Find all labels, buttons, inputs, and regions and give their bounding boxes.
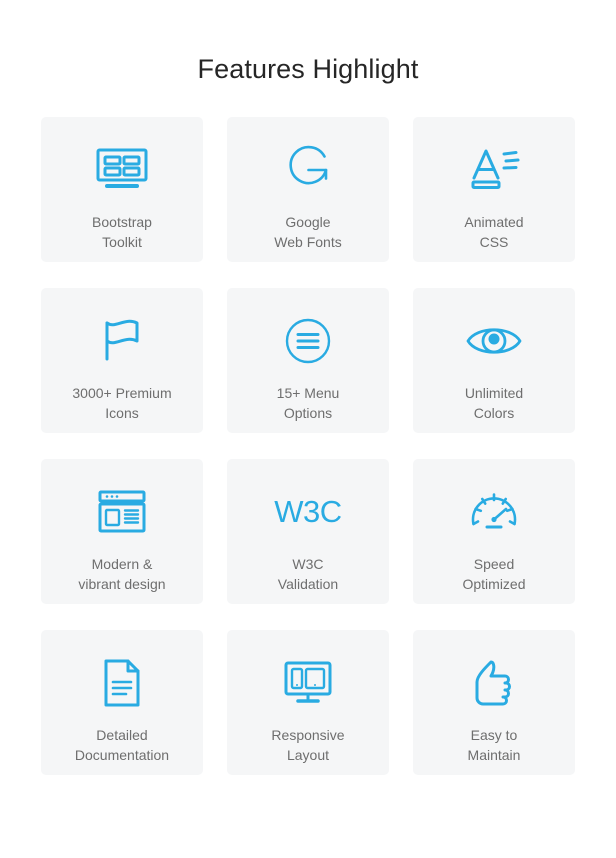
bootstrap-grid-icon bbox=[41, 143, 203, 197]
feature-label: Bootstrap Toolkit bbox=[92, 214, 152, 250]
feature-label: Speed Optimized bbox=[462, 556, 526, 592]
feature-card-detailed-documentation[interactable]: Detailed Documentation bbox=[41, 630, 203, 775]
w3c-text-icon: W3C bbox=[227, 485, 389, 539]
feature-card-bootstrap-toolkit[interactable]: Bootstrap Toolkit bbox=[41, 117, 203, 262]
w3c-wordmark: W3C bbox=[274, 494, 342, 529]
feature-card-speed-optimized[interactable]: Speed Optimized bbox=[413, 459, 575, 604]
feature-label: Google Web Fonts bbox=[274, 214, 342, 250]
feature-label: 3000+ Premium Icons bbox=[72, 385, 172, 421]
feature-card-modern-design[interactable]: Modern & vibrant design bbox=[41, 459, 203, 604]
responsive-devices-icon bbox=[227, 656, 389, 710]
feature-label: Responsive Layout bbox=[271, 727, 345, 763]
eye-icon bbox=[413, 314, 575, 368]
feature-card-unlimited-colors[interactable]: Unlimited Colors bbox=[413, 288, 575, 433]
flag-icon bbox=[41, 314, 203, 368]
feature-label: Easy to Maintain bbox=[467, 727, 521, 763]
page-title: Features Highlight bbox=[197, 54, 419, 84]
feature-label: 15+ Menu Options bbox=[276, 385, 340, 421]
feature-card-menu-options[interactable]: 15+ Menu Options bbox=[227, 288, 389, 433]
features-grid: Bootstrap Toolkit Google Web Fonts Anima… bbox=[41, 86, 575, 775]
speedometer-icon bbox=[413, 485, 575, 539]
feature-card-premium-icons[interactable]: 3000+ Premium Icons bbox=[41, 288, 203, 433]
google-g-icon bbox=[227, 143, 389, 197]
hamburger-menu-circle-icon bbox=[227, 314, 389, 368]
feature-card-responsive-layout[interactable]: Responsive Layout bbox=[227, 630, 389, 775]
feature-card-google-web-fonts[interactable]: Google Web Fonts bbox=[227, 117, 389, 262]
animated-letter-a-icon bbox=[413, 143, 575, 197]
feature-label: Unlimited Colors bbox=[464, 385, 524, 421]
feature-card-animated-css[interactable]: Animated CSS bbox=[413, 117, 575, 262]
feature-label: Detailed Documentation bbox=[74, 727, 170, 763]
browser-layout-icon bbox=[41, 485, 203, 539]
feature-label: Modern & vibrant design bbox=[78, 556, 166, 592]
thumbs-up-icon bbox=[413, 656, 575, 710]
document-icon bbox=[41, 656, 203, 710]
feature-card-easy-to-maintain[interactable]: Easy to Maintain bbox=[413, 630, 575, 775]
features-highlight-page: Features Highlight Bootstrap Toolkit Goo… bbox=[0, 0, 616, 858]
feature-label: Animated CSS bbox=[464, 214, 524, 250]
feature-label: W3C Validation bbox=[277, 556, 339, 592]
feature-card-w3c-validation[interactable]: W3C W3C Validation bbox=[227, 459, 389, 604]
